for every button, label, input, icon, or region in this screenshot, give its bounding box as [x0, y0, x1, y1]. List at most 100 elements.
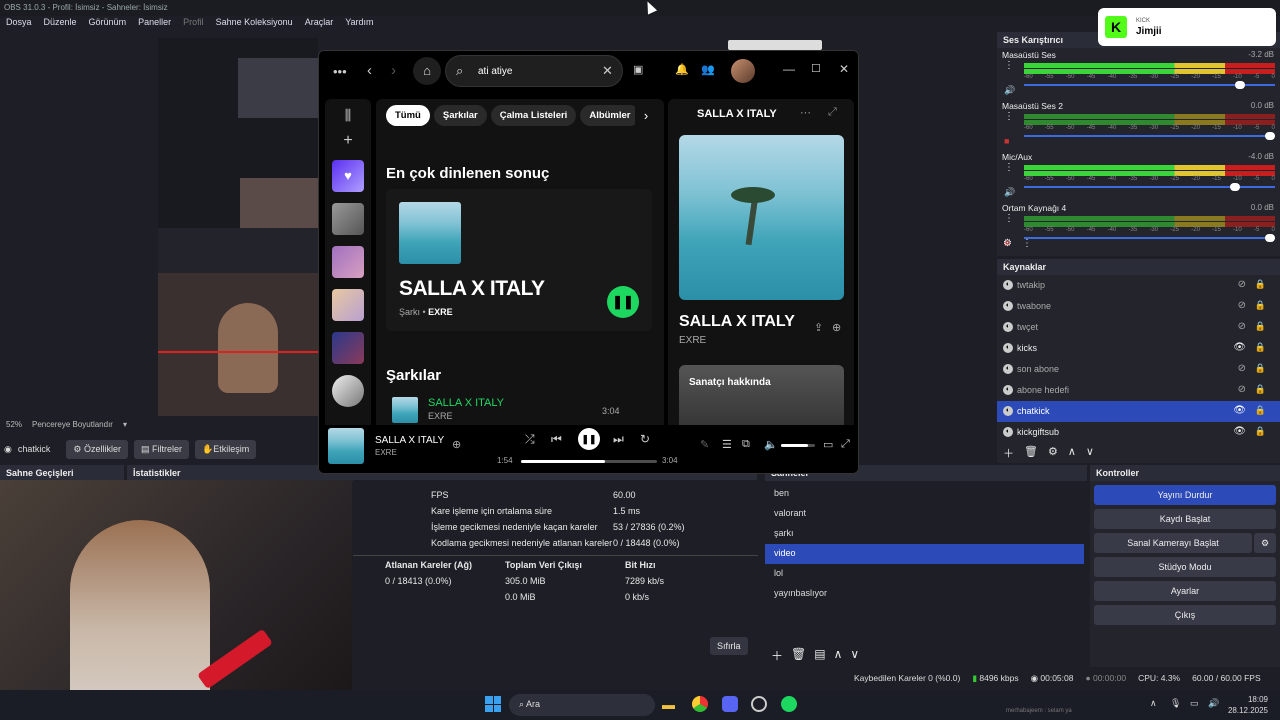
library-icon[interactable]: ⫼	[325, 99, 371, 124]
exit-button[interactable]: Çıkış	[1094, 605, 1276, 625]
library-item[interactable]	[332, 289, 364, 321]
progress-bar[interactable]	[521, 460, 657, 463]
chevron-down-icon[interactable]: ▾	[123, 420, 127, 430]
lock-icon[interactable]: 🔒	[1255, 426, 1266, 437]
eye-off-icon[interactable]: ⊘	[1238, 363, 1246, 374]
volume-knob[interactable]	[1265, 132, 1275, 140]
friends-icon[interactable]: 👥	[701, 63, 715, 76]
properties-button[interactable]: ⚙ Özellikler	[66, 439, 128, 459]
menu-yardim[interactable]: Yardım	[345, 17, 373, 31]
song-row[interactable]: SALLA X ITALY EXRE 3:04	[386, 397, 652, 425]
fullscreen-icon[interactable]: ⤢	[841, 438, 850, 451]
lyrics-icon[interactable]: ✎	[700, 438, 709, 451]
more-icon[interactable]: ⋮	[1004, 111, 1014, 122]
volume-slider[interactable]	[1024, 132, 1275, 140]
add-circle-icon[interactable]: ⊕	[832, 321, 841, 334]
more-icon[interactable]: •••	[333, 64, 347, 79]
reset-button[interactable]: Sıfırla	[710, 637, 748, 655]
search-input[interactable]: ⌕ ati atiye ✕	[445, 55, 623, 87]
network-icon[interactable]: ▭	[1190, 698, 1199, 709]
eye-icon[interactable]: 👁	[1233, 405, 1246, 416]
lock-icon[interactable]: 🔒	[1255, 321, 1266, 332]
eye-off-icon[interactable]: ⊘	[1238, 384, 1246, 395]
close-icon[interactable]: ✕	[602, 63, 613, 79]
browse-icon[interactable]: ▣	[633, 63, 643, 76]
eye-off-icon[interactable]: ⊘	[1238, 300, 1246, 311]
chevron-up-icon[interactable]: ∧	[1068, 445, 1076, 461]
volume-icon[interactable]: 🔈	[764, 438, 778, 451]
lock-icon[interactable]: 🔒	[1255, 279, 1266, 290]
windows-start-icon[interactable]	[485, 696, 501, 712]
volume-slider[interactable]	[781, 444, 815, 447]
obs-icon[interactable]	[751, 696, 767, 712]
more-icon[interactable]: ⋮	[1004, 162, 1014, 173]
chip-songs[interactable]: Şarkılar	[433, 105, 487, 126]
virtual-cam-button[interactable]: Sanal Kamerayı Başlat	[1094, 533, 1252, 553]
chip-playlists[interactable]: Çalma Listeleri	[490, 105, 577, 126]
scene-item[interactable]: valorant	[765, 504, 1087, 524]
lock-icon[interactable]: 🔒	[1255, 300, 1266, 311]
scene-item[interactable]: yayınbaslıyor	[765, 584, 1087, 604]
speaker-icon[interactable]: 🔊	[1208, 698, 1219, 709]
pause-icon[interactable]: ❚❚	[578, 428, 600, 450]
close-window-icon[interactable]: ✕	[839, 62, 849, 76]
gear-icon[interactable]: ⚙	[1003, 238, 1012, 249]
file-explorer-icon[interactable]: ▬	[662, 697, 675, 712]
filters-button[interactable]: ▤ Filtreler	[133, 439, 189, 459]
volume-knob[interactable]	[1265, 234, 1275, 242]
previous-icon[interactable]: ⏮	[551, 432, 562, 447]
mic-icon[interactable]: 🎙	[1170, 698, 1181, 709]
trash-icon[interactable]: 🗑	[791, 647, 806, 664]
volume-slider[interactable]	[1024, 81, 1275, 89]
studio-mode-button[interactable]: Stüdyo Modu	[1094, 557, 1276, 577]
trash-icon[interactable]: 🗑	[1024, 445, 1038, 461]
chip-all[interactable]: Tümü	[386, 105, 430, 126]
library-item[interactable]	[332, 332, 364, 364]
source-item[interactable]: ◐ chatkick 👁 🔒	[997, 401, 1280, 422]
chevron-down-icon[interactable]: ∨	[1086, 445, 1094, 461]
repeat-icon[interactable]: ↻	[640, 432, 650, 446]
zoom-level[interactable]: 52%	[6, 420, 22, 430]
add-circle-icon[interactable]: ⊕	[452, 438, 461, 451]
lock-icon[interactable]: 🔒	[1255, 363, 1266, 374]
eye-off-icon[interactable]: ⊘	[1238, 279, 1246, 290]
library-item[interactable]	[332, 375, 364, 407]
liked-songs-icon[interactable]: ♥	[332, 160, 364, 192]
menu-duzenle[interactable]: Düzenle	[44, 17, 77, 31]
library-item[interactable]	[332, 246, 364, 278]
stop-stream-button[interactable]: Yayını Durdur	[1094, 485, 1276, 505]
library-item[interactable]	[332, 203, 364, 235]
source-item[interactable]: ◐ abone hedefi ⊘ 🔒	[997, 380, 1280, 401]
lock-icon[interactable]: 🔒	[1255, 384, 1266, 395]
chevron-down-icon[interactable]: ∨	[850, 647, 859, 664]
more-icon[interactable]: ⋮	[1022, 238, 1032, 249]
source-item[interactable]: ◐ twçet ⊘ 🔒	[997, 317, 1280, 338]
more-icon[interactable]: ⋮	[1004, 60, 1014, 71]
menu-dosya[interactable]: Dosya	[6, 17, 32, 31]
add-icon[interactable]: ＋	[1003, 445, 1014, 461]
source-item[interactable]: ◐ kicks 👁 🔒	[997, 338, 1280, 359]
eye-off-icon[interactable]: ⊘	[1238, 321, 1246, 332]
scene-item[interactable]: ben	[765, 484, 1087, 504]
speaker-icon[interactable]: ■	[1004, 136, 1009, 146]
chevron-up-icon[interactable]: ∧	[834, 647, 843, 664]
queue-icon[interactable]: ☰	[722, 438, 732, 451]
add-icon[interactable]: ＋	[771, 647, 783, 664]
back-icon[interactable]: ‹	[367, 62, 372, 79]
start-record-button[interactable]: Kaydı Başlat	[1094, 509, 1276, 529]
interact-button[interactable]: ✋Etkileşim	[195, 439, 257, 459]
source-item[interactable]: ◐ son abone ⊘ 🔒	[997, 359, 1280, 380]
share-icon[interactable]: ⇪	[814, 321, 823, 334]
source-item[interactable]: ◐ twabone ⊘ 🔒	[997, 296, 1280, 317]
more-icon[interactable]: ⋮	[1004, 213, 1014, 224]
lock-icon[interactable]: 🔒	[1255, 342, 1266, 353]
menu-gorunum[interactable]: Görünüm	[89, 17, 127, 31]
source-item[interactable]: ◐ kickgiftsub 👁 🔒	[997, 422, 1280, 443]
minimize-icon[interactable]: —	[783, 62, 795, 76]
next-icon[interactable]: ⏭	[613, 432, 624, 447]
scene-item[interactable]: şarkı	[765, 524, 1087, 544]
miniplayer-icon[interactable]: ▭	[823, 438, 833, 451]
volume-knob[interactable]	[1234, 81, 1245, 89]
zoom-mode[interactable]: Pencereye Boyutlandır	[32, 420, 113, 430]
expand-icon[interactable]: ⤢	[828, 106, 837, 119]
